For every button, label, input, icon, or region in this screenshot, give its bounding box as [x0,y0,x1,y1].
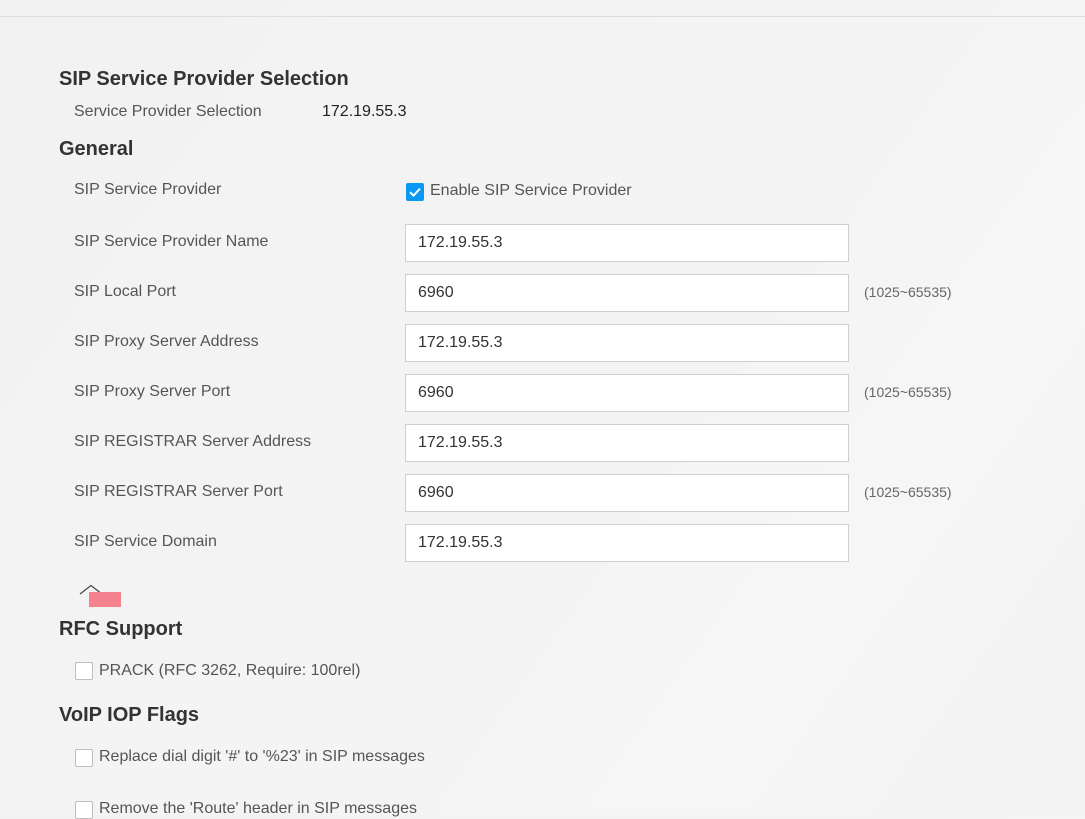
section-title-voip-iop-flags: VoIP IOP Flags [59,704,200,726]
section-title-rfc-support: RFC Support [59,618,183,640]
sip-service-domain-input[interactable] [405,524,849,562]
sip-service-domain-label: SIP Service Domain [74,533,217,550]
sip-proxy-server-port-range-hint: (1025~65535) [864,384,952,400]
sip-service-provider-name-label: SIP Service Provider Name [74,233,269,250]
enable-sip-service-provider-checkbox[interactable] [406,183,424,201]
prack-label[interactable]: PRACK (RFC 3262, Require: 100rel) [99,661,360,681]
remove-route-header-label[interactable]: Remove the 'Route' header in SIP message… [99,799,417,819]
top-divider [0,16,1085,17]
sip-registrar-server-port-label: SIP REGISTRAR Server Port [74,483,283,500]
sip-proxy-server-port-input[interactable] [405,374,849,412]
service-provider-selection-value: 172.19.55.3 [322,103,407,120]
replace-dial-digit-checkbox[interactable] [75,749,93,767]
sip-service-provider-label: SIP Service Provider [74,181,222,198]
sip-registrar-server-port-input[interactable] [405,474,849,512]
sip-service-provider-name-input[interactable] [405,224,849,262]
replace-dial-digit-label[interactable]: Replace dial digit '#' to '%23' in SIP m… [99,747,425,767]
service-provider-selection-label: Service Provider Selection [74,103,262,120]
sip-local-port-range-hint: (1025~65535) [864,284,952,300]
prack-checkbox[interactable] [75,662,93,680]
checkmark-icon [409,187,421,198]
enable-sip-service-provider-label[interactable]: Enable SIP Service Provider [430,181,632,201]
sip-local-port-label: SIP Local Port [74,283,176,300]
sip-local-port-input[interactable] [405,274,849,312]
sip-proxy-server-address-label: SIP Proxy Server Address [74,333,259,350]
remove-route-header-checkbox[interactable] [75,801,93,819]
sip-proxy-server-port-label: SIP Proxy Server Port [74,383,231,400]
sip-proxy-server-address-input[interactable] [405,324,849,362]
sip-registrar-server-port-range-hint: (1025~65535) [864,484,952,500]
sip-registrar-server-address-input[interactable] [405,424,849,462]
section-title-provider-selection: SIP Service Provider Selection [59,68,349,90]
highlight-marker [89,592,121,607]
section-title-general: General [59,138,134,160]
sip-registrar-server-address-label: SIP REGISTRAR Server Address [74,433,312,450]
